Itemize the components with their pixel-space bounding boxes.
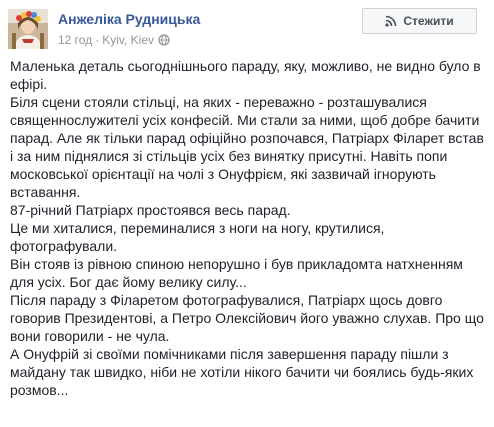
post-paragraph: Після параду з Філаретом фотографувалися… — [10, 292, 484, 344]
meta-separator: · — [95, 33, 100, 47]
post-location-link[interactable]: Kyiv, Kiev — [102, 33, 154, 47]
rss-icon — [385, 15, 397, 27]
globe-icon — [158, 34, 170, 46]
post-header: Анжеліка Рудницька 12 год · Kyiv, Kiev С… — [0, 0, 494, 56]
follow-button[interactable]: Стежити — [362, 8, 477, 34]
post-paragraph: Це ми хиталися, переминалися з ноги на н… — [10, 220, 385, 254]
post-body: Маленька деталь сьогоднішнього параду, я… — [10, 57, 488, 399]
post-paragraph: Біля сцени стояли стільці, на яких - пер… — [10, 94, 484, 200]
post-paragraph: 87-річний Патріарх простоявся весь парад… — [10, 202, 291, 218]
follow-button-label: Стежити — [403, 14, 454, 28]
avatar-photo-icon — [8, 9, 48, 49]
post-paragraph: Маленька деталь сьогоднішнього параду, я… — [10, 58, 481, 92]
author-avatar[interactable] — [8, 9, 48, 49]
post-time-link[interactable]: 12 год — [58, 33, 92, 47]
author-name-link[interactable]: Анжеліка Рудницька — [58, 11, 200, 27]
post-paragraph: А Онуфрій зі своїми помічниками після за… — [10, 346, 474, 398]
post-paragraph: Він стояв із рівною спиною непорушно і б… — [10, 256, 463, 290]
post-meta: 12 год · Kyiv, Kiev — [58, 33, 170, 47]
